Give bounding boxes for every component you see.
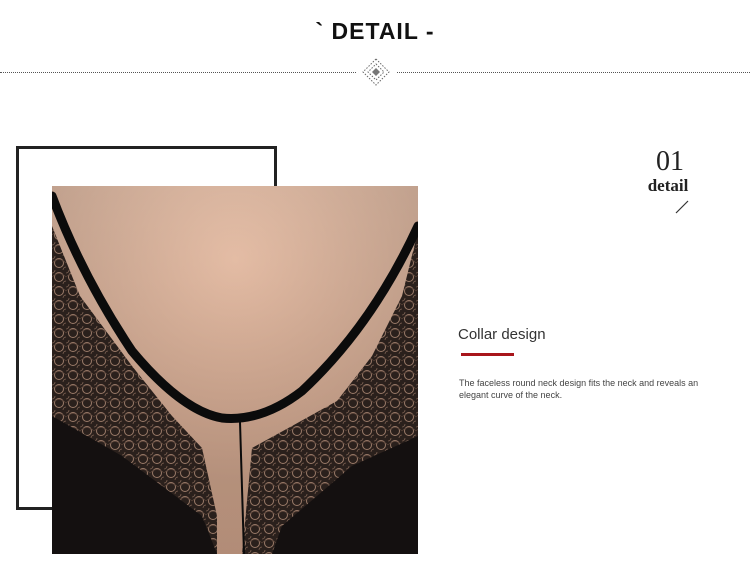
dotted-divider-left (0, 72, 356, 73)
accent-bar (461, 353, 514, 356)
slash-icon (675, 200, 689, 214)
header-title: ` DETAIL - (315, 18, 435, 44)
product-photo-graphic (52, 186, 418, 554)
detail-label: detail (647, 176, 689, 195)
dotted-divider-right (397, 72, 750, 73)
diamond-ornament-icon (362, 58, 390, 86)
detail-number: 01 (656, 146, 684, 177)
feature-title: Collar design (458, 326, 546, 343)
feature-description: The faceless round neck design fits the … (459, 378, 699, 400)
product-photo (52, 186, 418, 554)
